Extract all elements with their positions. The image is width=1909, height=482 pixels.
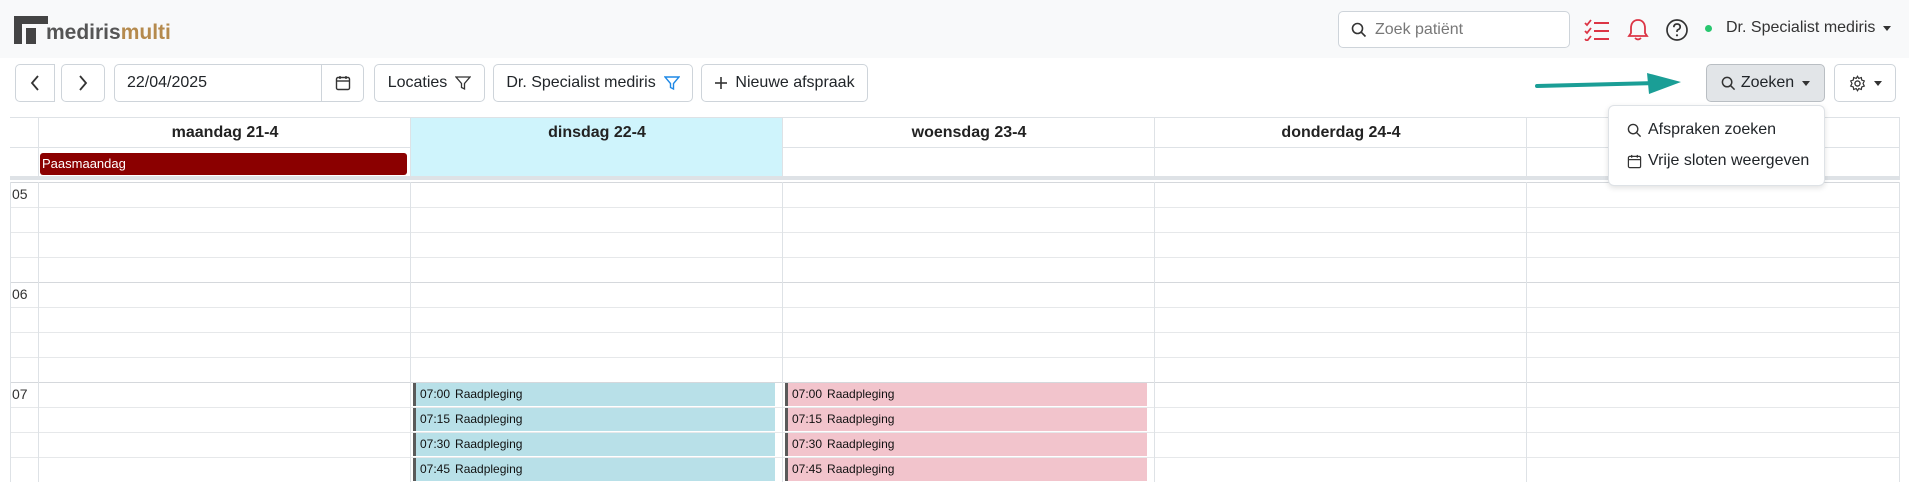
appointment[interactable]: 07:45 Raadpleging bbox=[413, 458, 775, 481]
plus-icon bbox=[715, 77, 728, 89]
new-appointment-label: Nieuwe afspraak bbox=[735, 74, 855, 91]
time-grid: 05 06 07 07:00 Raadpleging 07:15 Raadplegi… bbox=[10, 182, 1900, 482]
top-bar: medirismulti Dr. Specialist mediris bbox=[0, 0, 1909, 58]
search-dropdown-menu: Afspraken zoeken Vrije sloten weergeven bbox=[1608, 105, 1825, 186]
gear-icon bbox=[1849, 74, 1865, 92]
locations-filter-button[interactable]: Locaties bbox=[374, 64, 485, 102]
day-header-thursday[interactable]: donderdag 24-4 bbox=[1154, 118, 1527, 148]
tasks-icon[interactable] bbox=[1584, 17, 1610, 43]
user-menu[interactable]: Dr. Specialist mediris bbox=[1705, 19, 1892, 37]
hour-label: 07 bbox=[12, 386, 28, 402]
doctor-filter-label: Dr. Specialist mediris bbox=[506, 74, 656, 91]
appointment[interactable]: 07:15 Raadpleging bbox=[785, 408, 1147, 431]
day-header-tuesday[interactable]: dinsdag 22-4 bbox=[410, 118, 783, 148]
patient-search[interactable] bbox=[1338, 11, 1570, 48]
menu-item-search-appointments[interactable]: Afspraken zoeken bbox=[1627, 118, 1776, 142]
chevron-down-icon bbox=[1883, 25, 1892, 31]
appointment[interactable]: 07:45 Raadpleging bbox=[785, 458, 1147, 481]
hour-label: 05 bbox=[12, 186, 28, 202]
appointment[interactable]: 07:00 Raadpleging bbox=[413, 383, 775, 406]
search-icon bbox=[1351, 22, 1367, 37]
doctor-filter-button[interactable]: Dr. Specialist mediris bbox=[493, 64, 693, 102]
bell-icon[interactable] bbox=[1625, 17, 1651, 43]
prev-button[interactable] bbox=[15, 64, 55, 102]
filter-icon bbox=[455, 76, 472, 91]
calendar-icon bbox=[1627, 154, 1642, 168]
date-value[interactable]: 22/04/2025 bbox=[115, 65, 321, 101]
chevron-down-icon bbox=[1873, 80, 1882, 86]
menu-item-free-slots[interactable]: Vrije sloten weergeven bbox=[1627, 149, 1809, 173]
all-day-cell[interactable] bbox=[410, 148, 783, 176]
search-icon bbox=[1627, 123, 1642, 137]
settings-button[interactable] bbox=[1834, 64, 1896, 102]
day-header-monday[interactable]: maandag 21-4 bbox=[38, 118, 411, 148]
calendar-icon[interactable] bbox=[321, 65, 363, 101]
chevron-down-icon bbox=[1802, 80, 1811, 86]
filter-active-icon bbox=[663, 76, 680, 91]
appointment[interactable]: 07:15 Raadpleging bbox=[413, 408, 775, 431]
new-appointment-button[interactable]: Nieuwe afspraak bbox=[701, 64, 868, 102]
day-header-wednesday[interactable]: woensdag 23-4 bbox=[782, 118, 1155, 148]
all-day-cell[interactable] bbox=[782, 148, 1155, 176]
appointment[interactable]: 07:00 Raadpleging bbox=[785, 383, 1147, 406]
locations-filter-label: Locaties bbox=[387, 74, 448, 91]
appointment[interactable]: 07:30 Raadpleging bbox=[785, 433, 1147, 456]
all-day-cell[interactable] bbox=[1154, 148, 1527, 176]
next-button[interactable] bbox=[61, 64, 105, 102]
arrow-annotation-icon bbox=[1535, 73, 1681, 94]
app-logo[interactable]: medirismulti bbox=[14, 14, 171, 44]
logo-text: medirismulti bbox=[46, 21, 171, 44]
hour-label: 06 bbox=[12, 286, 28, 302]
online-status-icon bbox=[1705, 24, 1712, 32]
user-name: Dr. Specialist mediris bbox=[1726, 19, 1876, 36]
chevron-right-icon bbox=[79, 75, 88, 91]
search-dropdown-button[interactable]: Zoeken bbox=[1706, 64, 1825, 102]
chevron-left-icon bbox=[30, 75, 39, 91]
all-day-event-holiday[interactable]: Paasmaandag bbox=[40, 153, 407, 175]
appointment[interactable]: 07:30 Raadpleging bbox=[413, 433, 775, 456]
date-picker[interactable]: 22/04/2025 bbox=[114, 64, 364, 102]
patient-search-input[interactable] bbox=[1375, 20, 1555, 39]
search-button-label: Zoeken bbox=[1740, 74, 1795, 91]
logo-mark-icon bbox=[14, 16, 48, 44]
search-icon bbox=[1721, 76, 1735, 90]
help-icon[interactable] bbox=[1664, 17, 1690, 43]
